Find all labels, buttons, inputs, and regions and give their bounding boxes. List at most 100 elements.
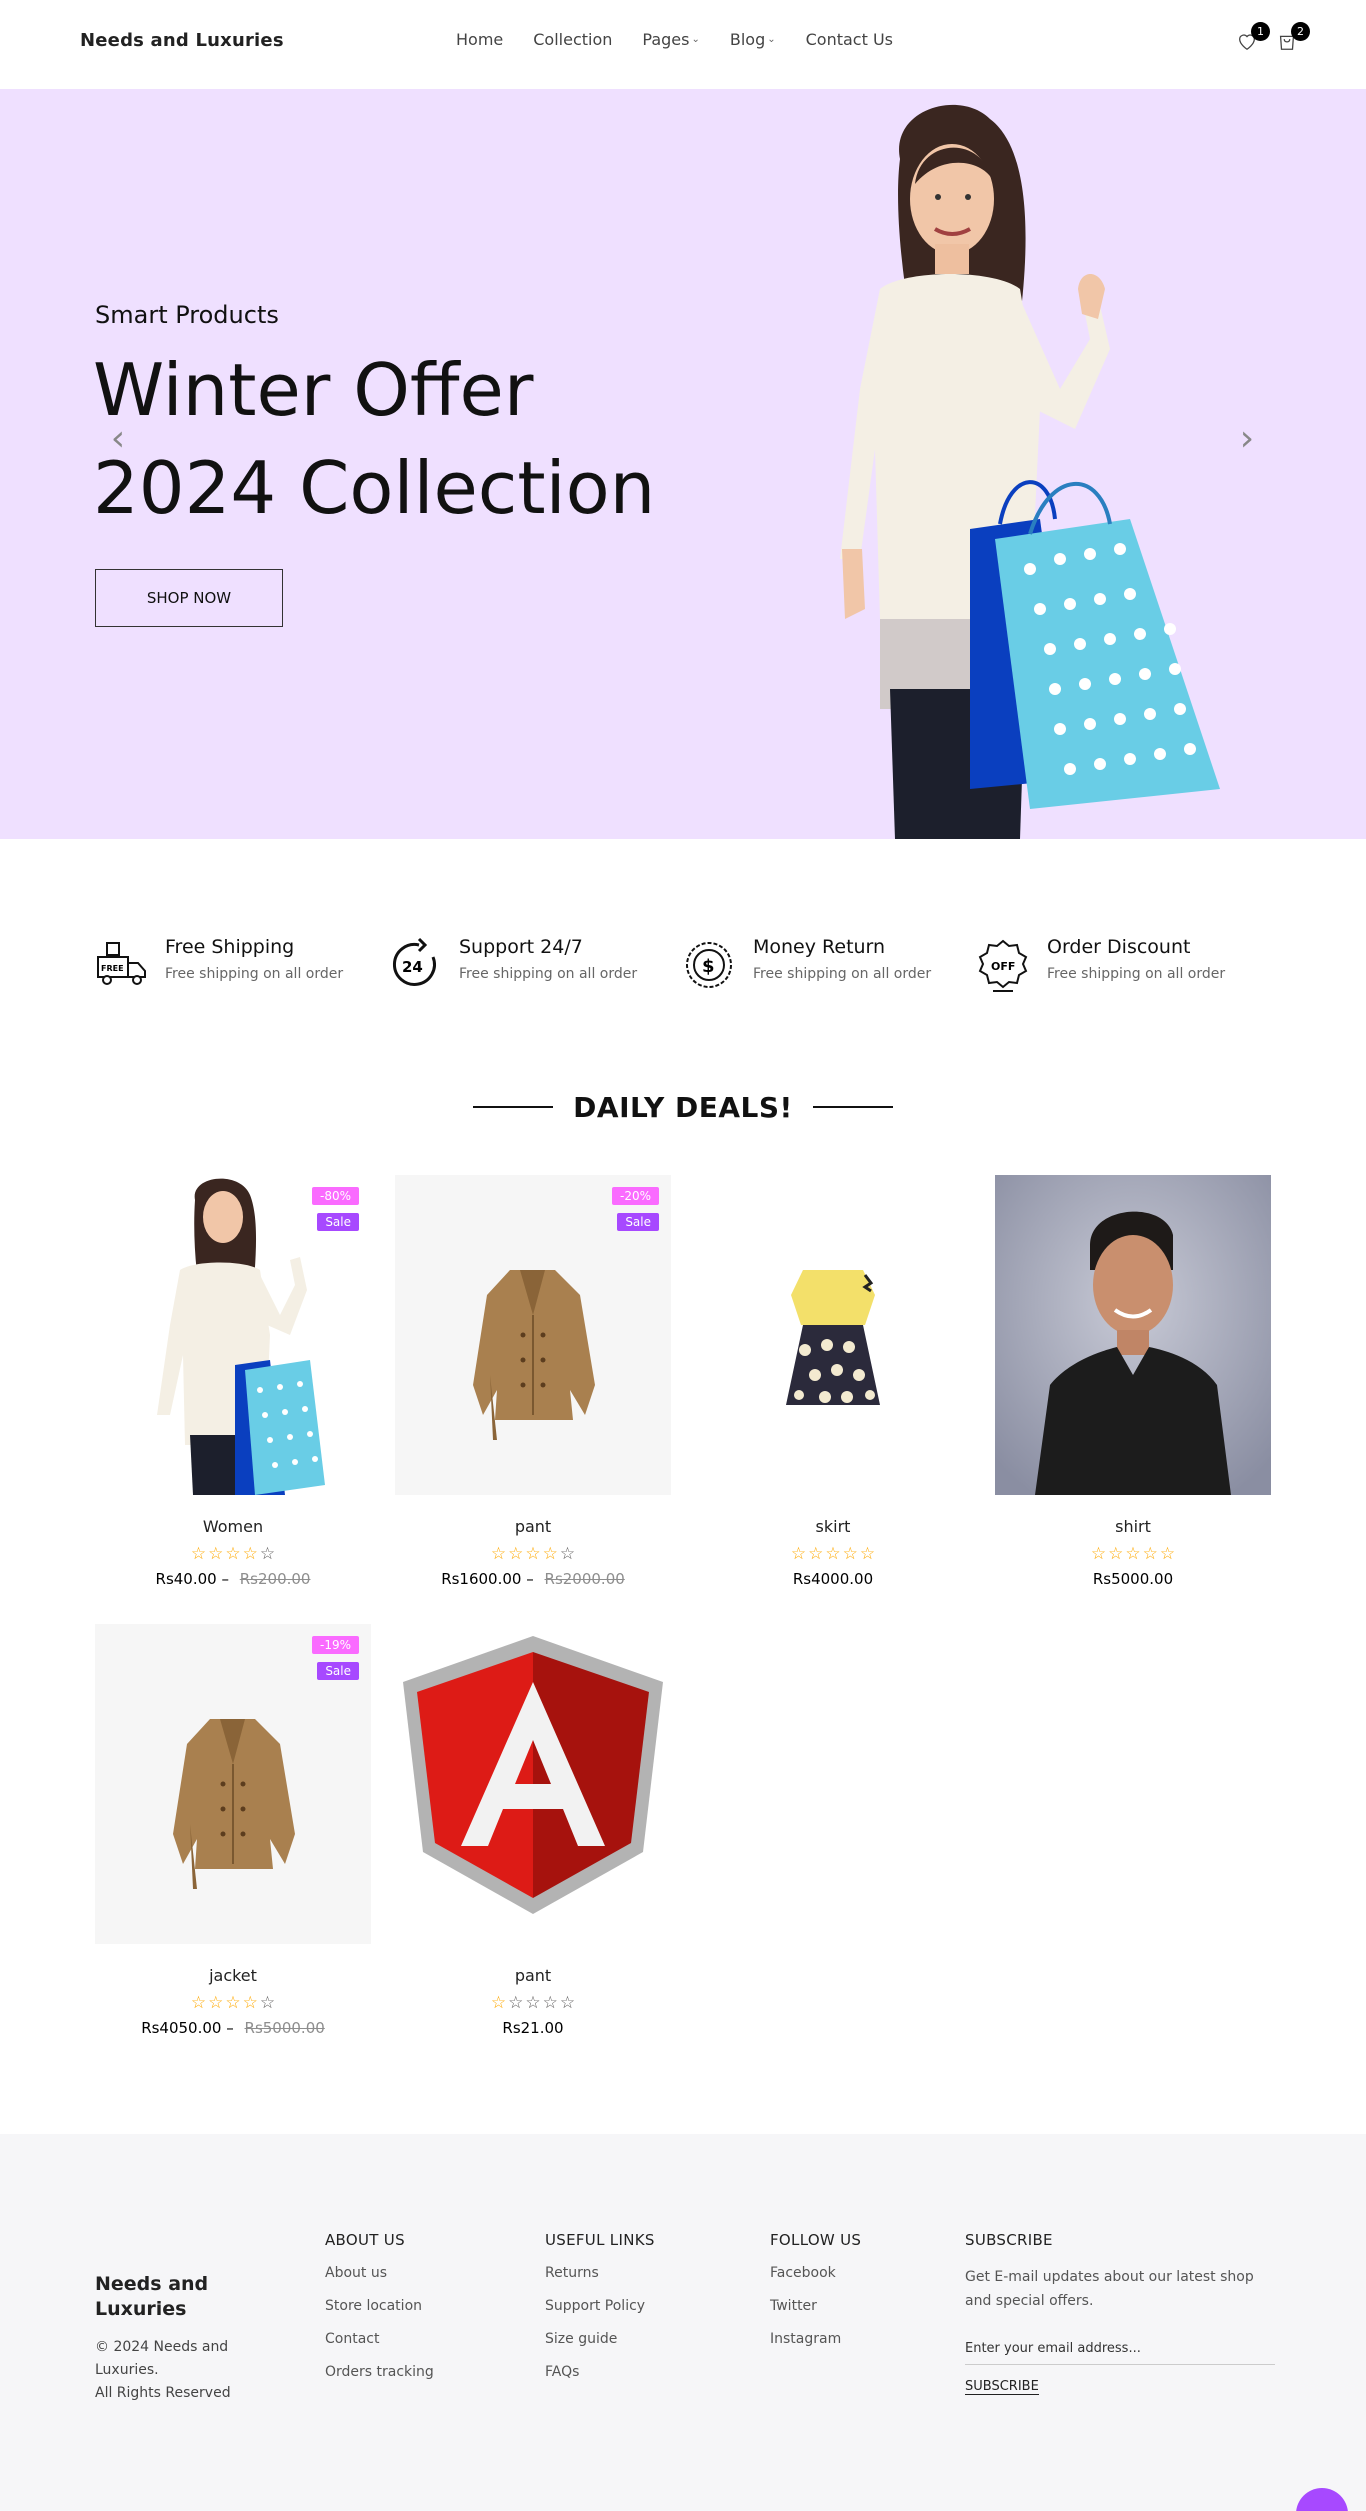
star-icon: ☆ [190, 1993, 207, 2013]
footer-about: ABOUT US About us Store location Contact… [325, 2231, 434, 2397]
footer-useful-links: USEFUL LINKS Returns Support Policy Size… [545, 2231, 655, 2397]
wishlist-button[interactable]: 1 [1236, 22, 1270, 54]
product-price: Rs4000.00 [695, 1570, 971, 1588]
star-icon: ☆ [1159, 1544, 1176, 1564]
nav-home[interactable]: Home [456, 30, 503, 49]
footer-link-facebook[interactable]: Facebook [770, 2265, 861, 2281]
footer-link-twitter[interactable]: Twitter [770, 2298, 861, 2314]
discount-badge: -19% [311, 1636, 359, 1654]
product-card[interactable]: -80% Sale Women ☆ ☆ ☆ ☆ ☆ Rs40.00 – Rs200.00 [95, 1175, 371, 1588]
feature-money-return: $ Money Return Free shipping on all orde… [683, 935, 977, 1005]
product-name[interactable]: Women [95, 1517, 371, 1536]
slider-prev-arrow[interactable]: ‹ [103, 419, 133, 459]
product-rating: ☆ ☆ ☆ ☆ ☆ [95, 1993, 371, 2013]
nav-pages[interactable]: Pages ⌄ [642, 30, 699, 49]
feature-support: 24 Support 24/7 Free shipping on all ord… [389, 935, 683, 1005]
product-image[interactable] [395, 1624, 671, 1944]
star-icon: ☆ [259, 1544, 276, 1564]
star-icon: ☆ [1108, 1544, 1124, 1564]
current-price: Rs4050.00 [141, 2019, 222, 2037]
nav-collection[interactable]: Collection [533, 30, 612, 49]
product-badges: -20% Sale [611, 1187, 659, 1231]
star-icon: ☆ [242, 1993, 258, 2013]
footer-copyright: © 2024 Needs and Luxuries. All Rights Re… [95, 2336, 265, 2405]
product-rating: ☆ ☆ ☆ ☆ ☆ [695, 1544, 971, 1564]
feature-list: FREE Free Shipping Free shipping on all … [95, 935, 1271, 1005]
daily-deals-heading: DAILY DEALS! [573, 1090, 793, 1124]
person-portrait-image [995, 1175, 1271, 1495]
current-price: Rs4000.00 [792, 1570, 874, 1588]
discount-badge: -20% [611, 1187, 659, 1205]
product-badges: -19% Sale [311, 1636, 359, 1680]
feature-desc: Free shipping on all order [459, 966, 638, 982]
footer-col-title: FOLLOW US [770, 2231, 862, 2249]
footer-link-support-policy[interactable]: Support Policy [545, 2298, 655, 2314]
star-icon: ☆ [808, 1544, 824, 1564]
feature-title: Order Discount [1047, 936, 1191, 958]
feature-desc: Free shipping on all order [753, 966, 932, 982]
footer-link-store-location[interactable]: Store location [325, 2298, 434, 2314]
product-card[interactable]: pant ☆ ☆ ☆ ☆ ☆ Rs21.00 [395, 1624, 671, 2037]
product-image[interactable] [995, 1175, 1271, 1495]
old-price: Rs200.00 [239, 1570, 311, 1588]
footer-link-faqs[interactable]: FAQs [545, 2364, 655, 2380]
footer-link-returns[interactable]: Returns [545, 2265, 655, 2281]
product-image[interactable]: -80% Sale [95, 1175, 371, 1495]
product-name[interactable]: skirt [695, 1517, 971, 1536]
footer-col-title: ABOUT US [325, 2231, 405, 2249]
site-footer: Needs and Luxuries © 2024 Needs and Luxu… [0, 2134, 1366, 2511]
product-image[interactable]: -20% Sale [395, 1175, 671, 1495]
chevron-down-icon: ⌄ [767, 34, 776, 45]
subscribe-button[interactable]: SUBSCRIBE [965, 2379, 1039, 2395]
product-name[interactable]: pant [395, 1966, 671, 1985]
star-icon: ☆ [790, 1544, 807, 1564]
product-name[interactable]: pant [395, 1517, 671, 1536]
product-card[interactable]: -20% Sale pant ☆ ☆ ☆ ☆ ☆ Rs1600.00 – Rs2000.… [395, 1175, 671, 1588]
product-price: Rs5000.00 [995, 1570, 1271, 1588]
site-logo[interactable]: Needs and Luxuries [80, 30, 284, 51]
product-price: Rs40.00 – Rs200.00 [155, 1570, 311, 1588]
star-icon: ☆ [559, 1993, 576, 2013]
star-icon: ☆ [525, 1993, 541, 2013]
footer-follow-us: FOLLOW US Facebook Twitter Instagram [770, 2231, 861, 2364]
order-discount-icon: OFF [977, 935, 1031, 995]
sale-badge: Sale [317, 1662, 359, 1680]
email-input[interactable] [965, 2333, 1275, 2365]
product-image[interactable]: -19% Sale [95, 1624, 371, 1944]
product-rating: ☆ ☆ ☆ ☆ ☆ [395, 1993, 671, 2013]
money-return-icon: $ [683, 935, 737, 995]
feature-desc: Free shipping on all order [165, 966, 344, 982]
nav-blog[interactable]: Blog ⌄ [730, 30, 776, 49]
current-price: Rs21.00 [502, 2019, 564, 2037]
footer-link-orders-tracking[interactable]: Orders tracking [325, 2364, 434, 2380]
hero-slider: Smart Products Winter Offer 2024 Collect… [0, 89, 1366, 839]
product-card[interactable]: skirt ☆ ☆ ☆ ☆ ☆ Rs4000.00 [695, 1175, 971, 1588]
product-card[interactable]: -19% Sale jacket ☆ ☆ ☆ ☆ ☆ Rs4050.00 – Rs500… [95, 1624, 371, 2037]
product-name[interactable]: jacket [95, 1966, 371, 1985]
footer-link-size-guide[interactable]: Size guide [545, 2331, 655, 2347]
star-icon: ☆ [242, 1544, 258, 1564]
footer-link-contact[interactable]: Contact [325, 2331, 434, 2347]
product-image[interactable] [695, 1175, 971, 1495]
nav-contact-label: Contact Us [805, 30, 894, 49]
nav-collection-label: Collection [533, 30, 613, 49]
slider-next-arrow[interactable]: › [1232, 419, 1262, 459]
footer-link-about-us[interactable]: About us [325, 2265, 434, 2281]
title-divider [812, 1106, 893, 1108]
star-icon: ☆ [225, 1993, 241, 2013]
chevron-down-icon: ⌄ [691, 34, 700, 45]
footer-link-instagram[interactable]: Instagram [770, 2331, 861, 2347]
footer-brand[interactable]: Needs and Luxuries [95, 2272, 255, 2322]
shop-now-button[interactable]: SHOP NOW [95, 569, 283, 627]
product-card[interactable]: shirt ☆ ☆ ☆ ☆ ☆ Rs5000.00 [995, 1175, 1271, 1588]
current-price: Rs5000.00 [1092, 1570, 1174, 1588]
nav-contact[interactable]: Contact Us [806, 30, 893, 49]
section-title: DAILY DEALS! [0, 1087, 1366, 1127]
star-icon: ☆ [525, 1544, 541, 1564]
product-name[interactable]: shirt [995, 1517, 1271, 1536]
cart-button[interactable]: 2 [1276, 22, 1310, 54]
star-icon: ☆ [190, 1544, 207, 1564]
footer-subscribe: SUBSCRIBE Get E-mail updates about our l… [965, 2231, 1275, 2395]
star-icon: ☆ [1142, 1544, 1158, 1564]
sale-badge: Sale [617, 1213, 659, 1231]
